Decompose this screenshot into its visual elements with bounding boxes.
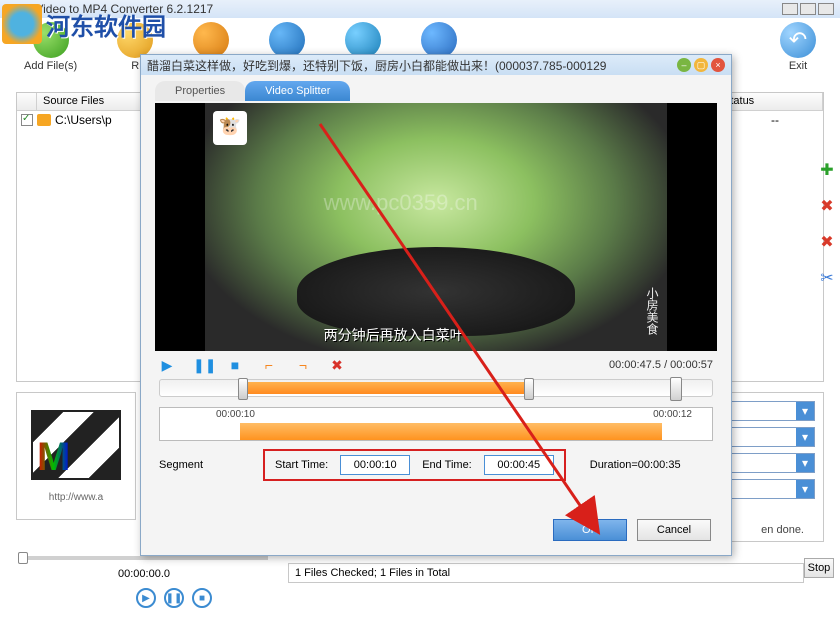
video-image xyxy=(205,103,667,351)
help-icon xyxy=(421,22,457,58)
done-text: en done. xyxy=(761,524,804,536)
remove-item-button[interactable]: ✖ xyxy=(818,196,836,214)
seek-thumb[interactable] xyxy=(18,552,28,564)
preview-panel: http://www.a xyxy=(16,392,136,520)
end-time-input[interactable] xyxy=(484,455,554,475)
maximize-button[interactable] xyxy=(800,3,816,15)
start-time-label: Start Time: xyxy=(275,459,328,471)
add-icon xyxy=(33,22,69,58)
pause-button[interactable]: ❚❚ xyxy=(164,588,184,608)
preview-url: http://www.a xyxy=(49,492,103,503)
add-files-button[interactable]: Add File(s) xyxy=(24,22,77,72)
watermark-url: www.pc0359.cn xyxy=(324,190,478,216)
timeline-right-label: 00:00:12 xyxy=(653,409,692,420)
side-actions: ✚ ✖ ✖ ✂ xyxy=(818,160,836,286)
dlg-pause-button[interactable]: ❚❚ xyxy=(193,357,209,373)
mark-in-button[interactable]: ⌐ xyxy=(261,357,277,373)
exit-icon xyxy=(780,22,816,58)
seek-bar[interactable] xyxy=(18,556,268,560)
tab-video-splitter[interactable]: Video Splitter xyxy=(245,81,350,101)
cancel-button[interactable]: Cancel xyxy=(637,519,711,541)
playback-time: 00:00:47.5 / 00:00:57 xyxy=(609,359,713,371)
video-splitter-dialog: 醋溜白菜这样做，好吃到爆，还特别下饭，厨房小白都能做出来！(000037.785… xyxy=(140,54,732,556)
dialog-maximize-icon[interactable]: ▢ xyxy=(694,58,708,72)
mark-out-button[interactable]: ¬ xyxy=(295,357,311,373)
start-time-input[interactable] xyxy=(340,455,410,475)
timeline-strip[interactable]: 00:00:10 00:00:12 xyxy=(159,407,713,441)
trim-end-handle[interactable] xyxy=(524,378,534,400)
stop-button[interactable]: Stop xyxy=(804,558,834,578)
cut-button[interactable]: ✂ xyxy=(818,268,836,286)
trim-start-handle[interactable] xyxy=(238,378,248,400)
end-time-label: End Time: xyxy=(422,459,472,471)
info-icon xyxy=(269,22,305,58)
file-path: C:\Users\p xyxy=(55,113,112,127)
status-line: 1 Files Checked; 1 Files in Total xyxy=(288,563,804,583)
playhead-handle[interactable] xyxy=(670,377,682,401)
lock-icon xyxy=(193,22,229,58)
time-inputs-highlight: Start Time: End Time: xyxy=(263,449,566,481)
gear-icon xyxy=(117,22,153,58)
video-logo-icon: 🐮 xyxy=(213,111,247,145)
duration-label: Duration=00:00:35 xyxy=(590,459,681,471)
dialog-minimize-icon[interactable]: – xyxy=(677,58,691,72)
dialog-titlebar[interactable]: 醋溜白菜这样做，好吃到爆，还特别下饭，厨房小白都能做出来！(000037.785… xyxy=(141,55,731,75)
close-button[interactable] xyxy=(818,3,834,15)
dialog-title: 醋溜白菜这样做，好吃到爆，还特别下饭，厨房小白都能做出来！(000037.785… xyxy=(147,57,606,74)
video-caption: 两分钟后再放入白菜叶 xyxy=(324,325,464,345)
clapperboard-icon xyxy=(31,410,121,480)
video-preview[interactable]: 🐮 小房美食 两分钟后再放入白菜叶 www.pc0359.cn xyxy=(155,103,717,351)
file-status: -- xyxy=(771,113,779,127)
minimize-button[interactable] xyxy=(782,3,798,15)
ok-button[interactable]: OK xyxy=(553,519,627,541)
dlg-play-button[interactable]: ▶ xyxy=(159,357,175,373)
row-checkbox[interactable] xyxy=(21,114,33,126)
clear-button[interactable]: ✖ xyxy=(818,232,836,250)
file-icon xyxy=(37,114,51,126)
trim-slider[interactable] xyxy=(159,379,713,397)
dlg-stop-button[interactable]: ■ xyxy=(227,357,243,373)
exit-button[interactable]: Exit xyxy=(780,22,816,72)
globe-icon xyxy=(345,22,381,58)
dialog-close-icon[interactable]: × xyxy=(711,58,725,72)
timeline-range xyxy=(240,423,662,440)
segment-label: Segment xyxy=(159,459,203,471)
player-time: 00:00:00.0 xyxy=(118,568,170,580)
clear-marks-button[interactable]: ✖ xyxy=(329,357,345,373)
playback-controls: ▶ ❚❚ ■ ⌐ ¬ ✖ 00:00:47.5 / 00:00:57 xyxy=(159,357,713,373)
timeline-left-label: 00:00:10 xyxy=(216,409,255,420)
tab-properties[interactable]: Properties xyxy=(155,81,245,101)
add-item-button[interactable]: ✚ xyxy=(818,160,836,178)
col-status[interactable]: Status xyxy=(717,93,823,110)
video-side-text: 小房美食 xyxy=(644,287,661,335)
player-seek xyxy=(18,556,268,560)
app-title: Allok Video to MP4 Converter 6.2.1217 xyxy=(6,2,213,16)
play-button[interactable]: ▶ xyxy=(136,588,156,608)
main-titlebar: Allok Video to MP4 Converter 6.2.1217 xyxy=(0,0,840,18)
stop-button[interactable]: ■ xyxy=(192,588,212,608)
